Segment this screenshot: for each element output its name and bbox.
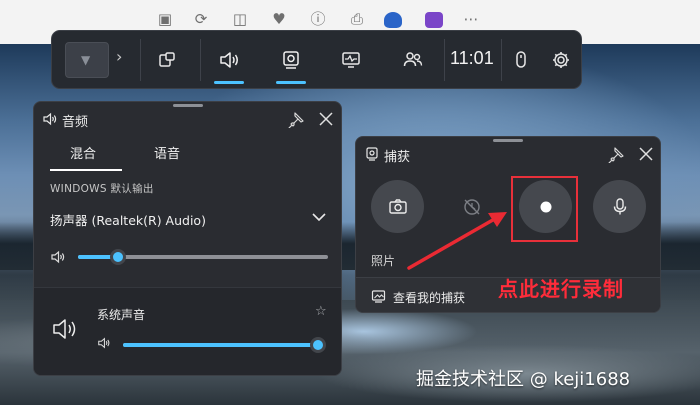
- annotation-arrow: [407, 212, 507, 270]
- annotation-callout: 点此进行录制: [498, 277, 624, 301]
- watermark: 掘金技术社区 @ keji1688: [416, 369, 631, 390]
